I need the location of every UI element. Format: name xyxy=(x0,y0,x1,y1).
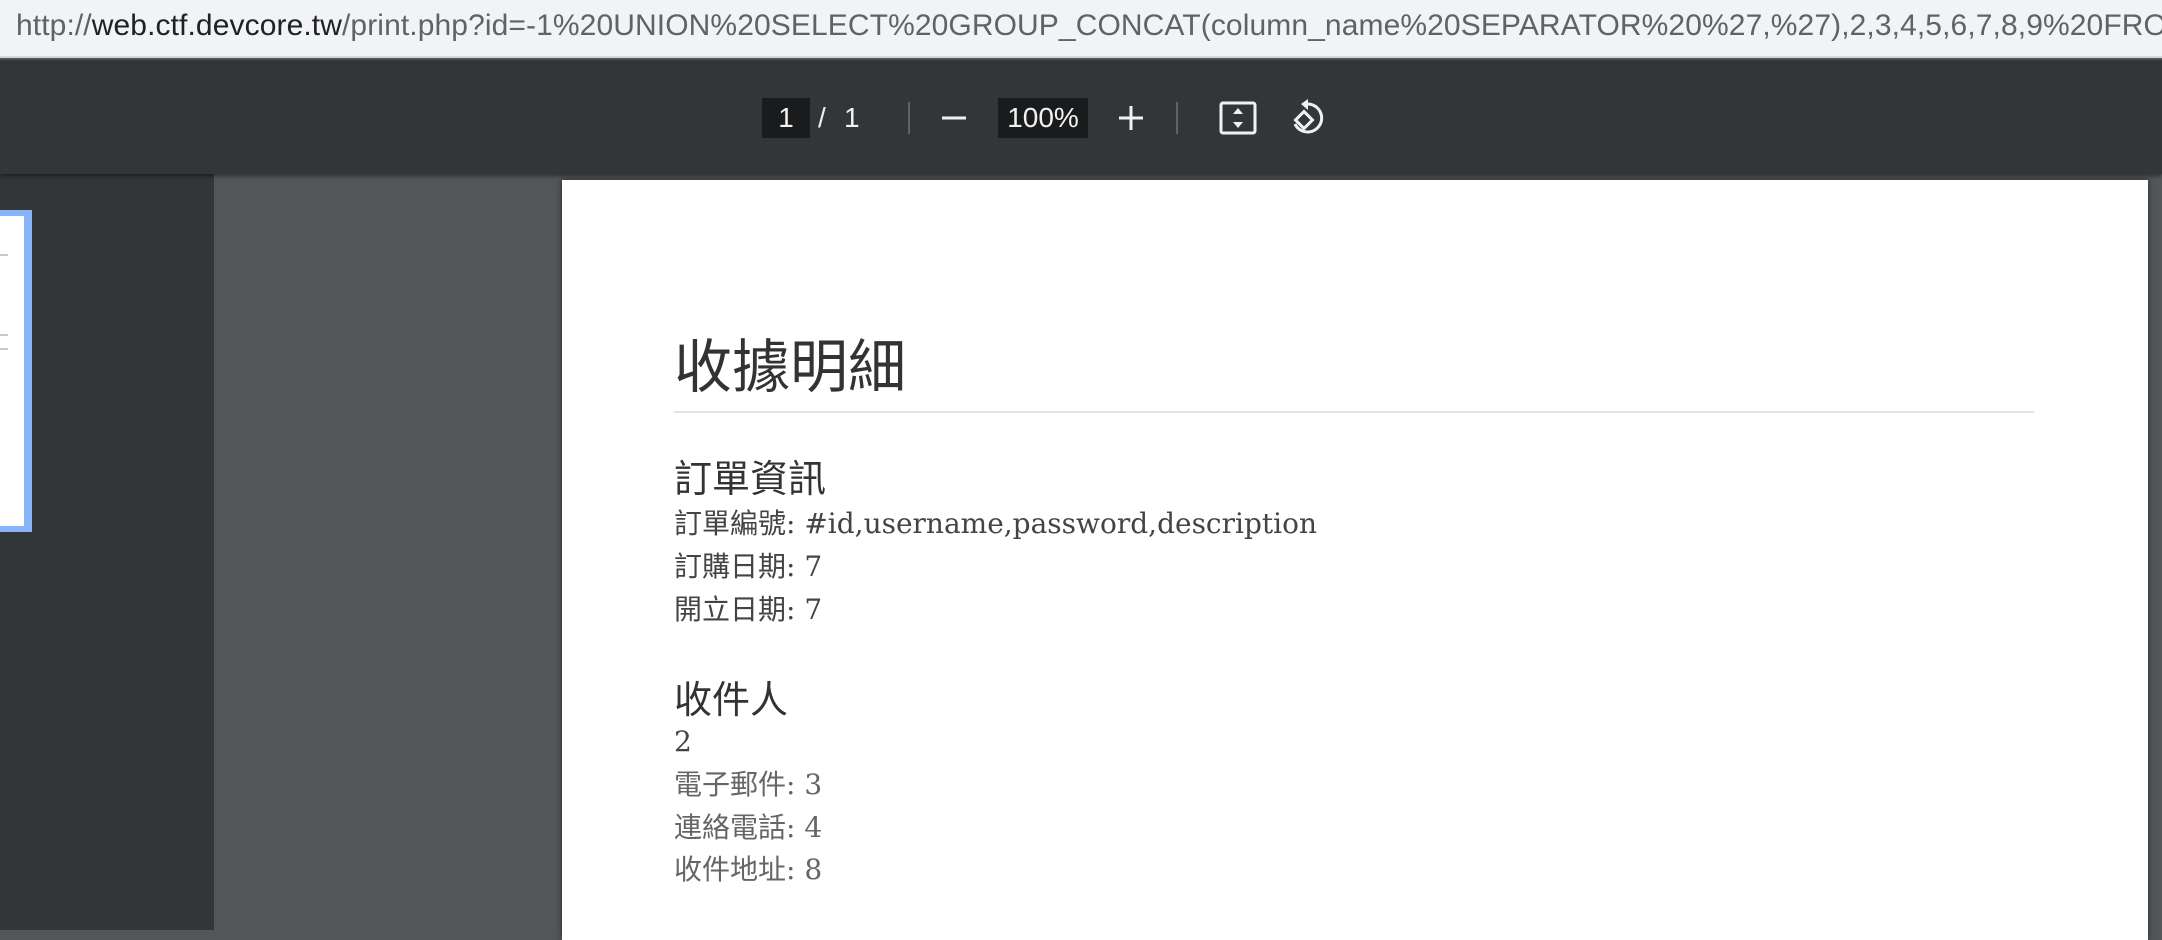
recipient-address: 收件地址: 8 xyxy=(674,853,823,886)
order-date: 訂購日期: 7 xyxy=(674,550,823,583)
rotate-icon xyxy=(1293,99,1324,134)
zoom-level-input[interactable]: 100% xyxy=(998,98,1088,138)
url-scheme: http:// xyxy=(16,9,92,42)
page-separator: / xyxy=(818,102,826,133)
thumbnail-rule xyxy=(0,348,8,350)
recipient-phone: 連絡電話: 4 xyxy=(674,811,823,844)
issue-date: 開立日期: 7 xyxy=(674,593,823,626)
address-bar[interactable]: http://web.ctf.devcore.tw/print.php?id=-… xyxy=(0,0,2162,58)
recipient-name: 2 xyxy=(674,725,692,758)
fit-page-icon xyxy=(1219,101,1257,135)
url-path: /print.php?id=-1%20UNION%20SELECT%20GROU… xyxy=(342,9,2162,42)
thumbnail-rule xyxy=(0,254,8,256)
title-divider xyxy=(674,411,2034,413)
pdf-toolbar: 1 / 1 100% xyxy=(0,60,2162,174)
url-text[interactable]: http://web.ctf.devcore.tw/print.php?id=-… xyxy=(16,8,2162,44)
document-title: 收據明細 xyxy=(674,333,907,401)
zoom-in-icon xyxy=(1119,106,1143,130)
zoom-out-icon xyxy=(942,116,966,120)
order-info-heading: 訂單資訊 xyxy=(674,457,827,501)
order-number: 訂單編號: #id,username,password,description xyxy=(674,507,1317,540)
thumbnail-page-preview xyxy=(0,216,24,526)
rotate-button[interactable] xyxy=(1284,94,1332,142)
zoom-in-button[interactable] xyxy=(1107,94,1155,142)
pdf-page: 收據明細 訂單資訊 訂單編號: #id,username,password,de… xyxy=(562,180,2148,940)
page-number-input[interactable]: 1 xyxy=(762,98,810,138)
toolbar-divider xyxy=(1176,102,1178,134)
total-pages: 1 xyxy=(844,102,860,133)
recipient-heading: 收件人 xyxy=(674,678,789,722)
thumbnail-sidebar xyxy=(0,174,214,930)
recipient-email: 電子郵件: 3 xyxy=(674,768,823,801)
toolbar-divider xyxy=(908,102,910,134)
zoom-out-button[interactable] xyxy=(930,94,978,142)
page-thumbnail[interactable] xyxy=(0,210,32,532)
thumbnail-rule xyxy=(0,334,8,336)
url-host: web.ctf.devcore.tw xyxy=(91,9,342,42)
fit-page-button[interactable] xyxy=(1214,94,1262,142)
